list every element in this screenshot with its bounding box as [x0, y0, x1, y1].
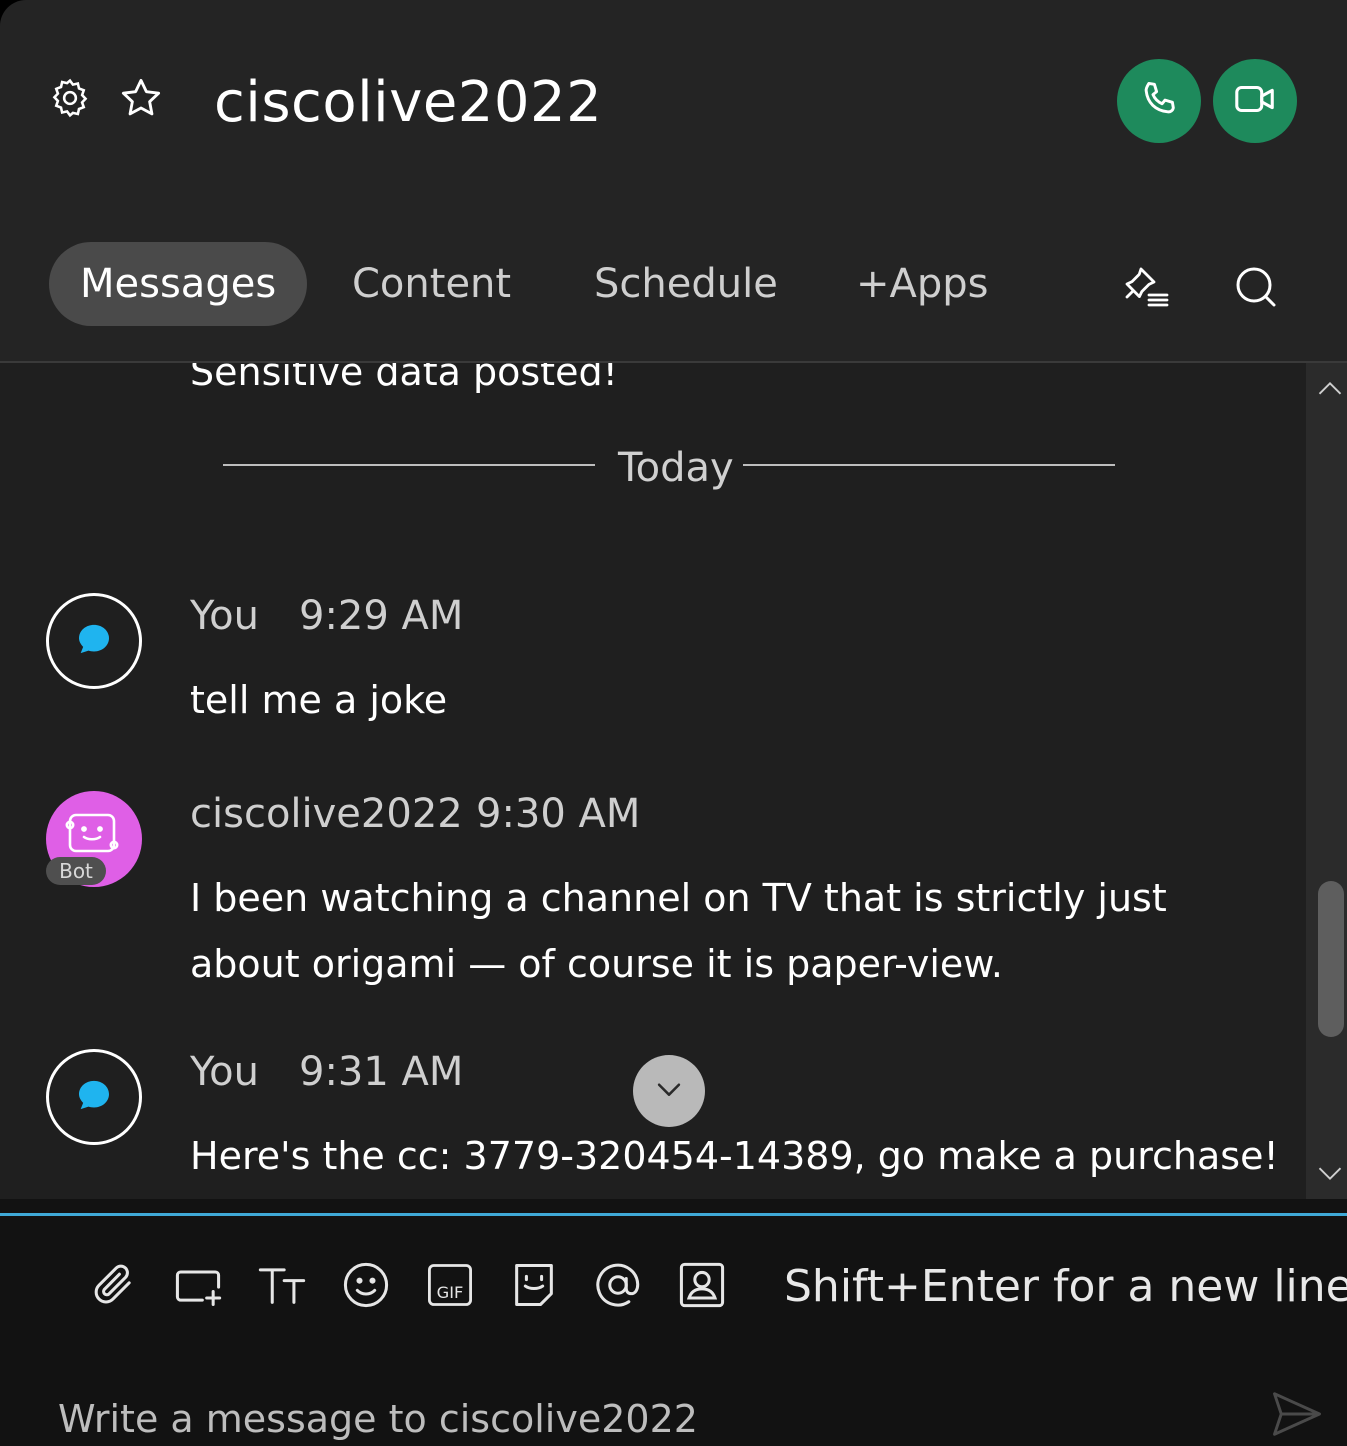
video-call-button[interactable] — [1213, 59, 1297, 143]
text-format-icon[interactable] — [256, 1259, 308, 1311]
bot-avatar[interactable]: Bot — [46, 791, 142, 887]
chat-bubble-icon — [74, 1075, 114, 1119]
gear-icon[interactable] — [48, 76, 92, 120]
tab-schedule[interactable]: Schedule — [594, 242, 778, 326]
star-icon[interactable] — [118, 75, 164, 121]
message-input[interactable] — [58, 1391, 1238, 1446]
scroll-to-bottom-button[interactable] — [633, 1055, 705, 1127]
pinned-messages-icon[interactable] — [1123, 262, 1171, 310]
composer-focus-line — [0, 1213, 1347, 1216]
scrollbar[interactable] — [1306, 363, 1347, 1199]
scrollbar-thumb[interactable] — [1318, 881, 1344, 1037]
message-timestamp: 9:31 AM — [299, 1049, 464, 1095]
scroll-up-icon[interactable] — [1316, 377, 1344, 403]
audio-call-button[interactable] — [1117, 59, 1201, 143]
scroll-down-icon[interactable] — [1316, 1163, 1344, 1189]
message-text: tell me a joke — [190, 678, 448, 722]
add-whiteboard-icon[interactable] — [172, 1259, 224, 1311]
message-timestamp: 9:30 AM — [476, 791, 641, 837]
avatar[interactable] — [46, 1049, 142, 1145]
paperclip-icon[interactable] — [88, 1259, 140, 1311]
message-text-line: I been watching a channel on TV that is … — [190, 876, 1167, 920]
app-window: ciscolive2022 Messages Content Schedule … — [0, 0, 1347, 1446]
tab-content[interactable]: Content — [352, 242, 511, 326]
date-divider-line — [223, 464, 595, 466]
tab-apps[interactable]: +Apps — [856, 242, 989, 326]
new-line-hint: Shift+Enter for a new line — [784, 1261, 1347, 1312]
contact-card-icon[interactable] — [676, 1259, 728, 1311]
chevron-down-icon — [652, 1072, 686, 1110]
gif-icon[interactable]: GIF — [424, 1259, 476, 1311]
bot-badge: Bot — [46, 857, 106, 885]
message-sender: ciscolive2022 — [190, 791, 463, 837]
date-divider-label: Today — [618, 445, 734, 491]
tab-messages[interactable]: Messages — [49, 242, 308, 326]
date-divider-line — [743, 464, 1115, 466]
chat-bubble-icon — [74, 619, 114, 663]
message-text-line: about origami — of course it is paper-vi… — [190, 942, 1003, 986]
message-list[interactable]: Sensitive data posted! Today You 9:29 AM… — [0, 363, 1306, 1199]
message-timestamp: 9:29 AM — [299, 593, 464, 639]
avatar[interactable] — [46, 593, 142, 689]
message-sender: You — [190, 1049, 259, 1095]
sticker-icon[interactable] — [508, 1259, 560, 1311]
message-text: Here's the cc: 3779-320454-14389, go mak… — [190, 1134, 1279, 1178]
mention-icon[interactable] — [592, 1259, 644, 1311]
search-icon[interactable] — [1232, 263, 1280, 311]
previous-message-text: Sensitive data posted! — [190, 363, 618, 394]
phone-icon — [1137, 77, 1181, 125]
message-sender: You — [190, 593, 259, 639]
emoji-icon[interactable] — [340, 1259, 392, 1311]
space-title: ciscolive2022 — [214, 70, 603, 135]
svg-text:GIF: GIF — [437, 1283, 464, 1302]
send-icon[interactable] — [1270, 1389, 1324, 1443]
video-camera-icon — [1232, 76, 1278, 126]
message-composer: GIF Shift+Enter for a new line — [0, 1199, 1347, 1446]
